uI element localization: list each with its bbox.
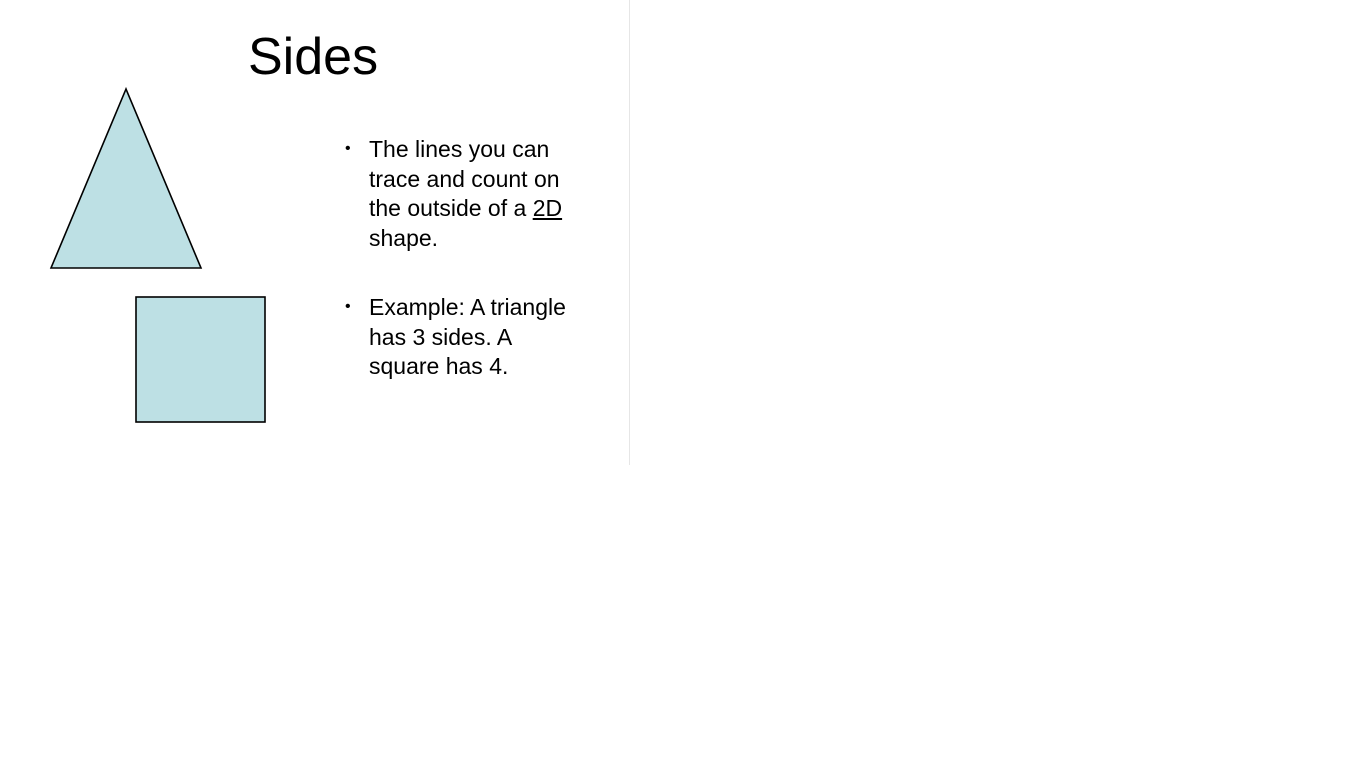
bullet-text-example: Example: A triangle has 3 sides. A squar…: [369, 294, 566, 379]
bullet-text-after: shape.: [369, 224, 439, 251]
square-shape: [135, 296, 266, 423]
bullet-item-definition: • The lines you can trace and count on t…: [343, 135, 583, 253]
bullet-text-before: The lines you can trace and count on the…: [369, 136, 560, 221]
bullet-list: • The lines you can trace and count on t…: [343, 135, 583, 422]
bullet-text-2d: 2D: [532, 195, 563, 221]
bullet-icon: •: [345, 140, 351, 157]
bullet-icon: •: [345, 298, 351, 315]
bullet-item-example: • Example: A triangle has 3 sides. A squ…: [343, 293, 583, 382]
viewport: Sides • The lines you can trace and coun…: [0, 0, 1366, 768]
slide: Sides • The lines you can trace and coun…: [0, 0, 629, 465]
triangle-shape: [49, 86, 203, 269]
slide-edge-divider: [629, 0, 630, 465]
